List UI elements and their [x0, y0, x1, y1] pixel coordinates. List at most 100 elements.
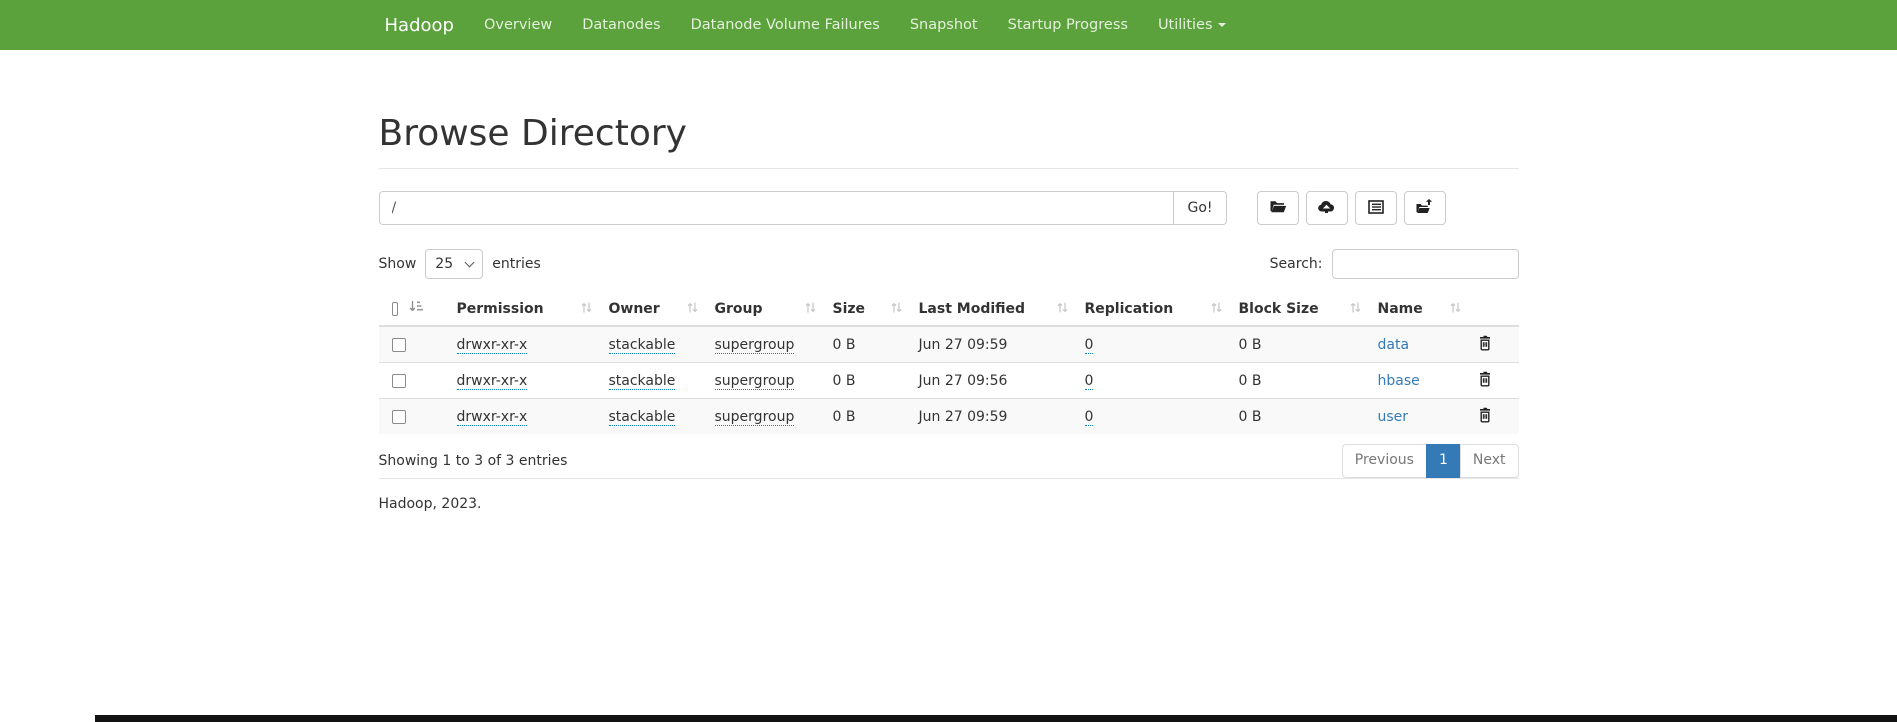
search-label: Search: — [1270, 256, 1323, 272]
sort-toggle-icon[interactable] — [581, 301, 592, 318]
header-permission[interactable]: Permission — [449, 292, 601, 326]
header-owner-label: Owner — [609, 301, 660, 317]
file-action-buttons — [1257, 191, 1446, 225]
chevron-down-icon — [465, 257, 475, 267]
page-size-select[interactable]: 25 — [425, 249, 483, 279]
entries-label: entries — [492, 256, 541, 272]
size-cell: 0 B — [825, 399, 911, 435]
last-modified-cell: Jun 27 09:59 — [911, 326, 1077, 363]
pagination-page-1[interactable]: 1 — [1426, 444, 1461, 478]
header-group-label: Group — [715, 301, 763, 317]
header-permission-label: Permission — [457, 301, 544, 317]
header-block-size-label: Block Size — [1239, 301, 1319, 317]
block-size-cell: 0 B — [1231, 326, 1370, 363]
sort-by-attributes-icon — [409, 300, 423, 317]
replication-editable[interactable]: 0 — [1085, 409, 1094, 426]
path-bar: Go! — [379, 191, 1519, 225]
nav-item-datanode-volume-failures[interactable]: Datanode Volume Failures — [676, 17, 895, 33]
header-group[interactable]: Group — [707, 292, 825, 326]
footer-text: Hadoop, 2023. — [379, 496, 1519, 512]
group-editable[interactable]: supergroup — [715, 373, 795, 390]
delete-file-button[interactable] — [1478, 407, 1492, 426]
nav-item-startup-progress[interactable]: Startup Progress — [993, 17, 1143, 33]
sort-toggle-icon[interactable] — [891, 301, 902, 318]
nav-item-snapshot[interactable]: Snapshot — [895, 17, 993, 33]
folder-arrow-icon — [1415, 199, 1434, 217]
header-size[interactable]: Size — [825, 292, 911, 326]
sort-toggle-icon[interactable] — [1350, 301, 1361, 318]
sort-toggle-icon[interactable] — [805, 301, 816, 318]
path-input-group: Go! — [379, 191, 1227, 225]
top-navbar: Hadoop Overview Datanodes Datanode Volum… — [0, 0, 1897, 50]
trash-icon — [1478, 339, 1492, 354]
table-row: drwxr-xr-x stackable supergroup 0 B Jun … — [379, 363, 1519, 399]
entries-summary: Showing 1 to 3 of 3 entries — [379, 453, 568, 469]
permission-editable[interactable]: drwxr-xr-x — [457, 409, 528, 426]
upload-files-button[interactable] — [1306, 191, 1348, 225]
last-modified-cell: Jun 27 09:59 — [911, 399, 1077, 435]
sort-toggle-icon[interactable] — [1450, 301, 1461, 318]
set-quota-button[interactable] — [1355, 191, 1397, 225]
folder-open-icon — [1269, 199, 1287, 217]
owner-editable[interactable]: stackable — [609, 373, 676, 390]
replication-editable[interactable]: 0 — [1085, 373, 1094, 390]
header-replication[interactable]: Replication — [1077, 292, 1231, 326]
select-all-checkbox[interactable] — [392, 302, 398, 316]
directory-path-input[interactable] — [379, 191, 1174, 225]
header-last-modified[interactable]: Last Modified — [911, 292, 1077, 326]
size-cell: 0 B — [825, 326, 911, 363]
replication-editable[interactable]: 0 — [1085, 337, 1094, 354]
delete-file-button[interactable] — [1478, 371, 1492, 390]
table-header-row: Permission Owner Group Size Last Modifie… — [379, 292, 1519, 326]
trash-icon — [1478, 375, 1492, 390]
size-cell: 0 B — [825, 363, 911, 399]
nav-item-utilities-label: Utilities — [1158, 17, 1213, 33]
delete-file-button[interactable] — [1478, 335, 1492, 354]
header-owner[interactable]: Owner — [601, 292, 707, 326]
row-checkbox[interactable] — [392, 410, 406, 424]
permission-editable[interactable]: drwxr-xr-x — [457, 373, 528, 390]
sort-toggle-icon[interactable] — [687, 301, 698, 318]
block-size-cell: 0 B — [1231, 363, 1370, 399]
nav-item-datanodes[interactable]: Datanodes — [567, 17, 675, 33]
owner-editable[interactable]: stackable — [609, 337, 676, 354]
header-actions — [1470, 292, 1519, 326]
create-directory-button[interactable] — [1257, 191, 1299, 225]
header-replication-label: Replication — [1085, 301, 1174, 317]
sort-toggle-icon[interactable] — [1211, 301, 1222, 318]
nav-item-utilities-dropdown[interactable]: Utilities — [1143, 17, 1241, 33]
paste-to-folder-button[interactable] — [1404, 191, 1446, 225]
nav-item-overview[interactable]: Overview — [469, 17, 567, 33]
header-block-size[interactable]: Block Size — [1231, 292, 1370, 326]
file-link[interactable]: hbase — [1378, 373, 1420, 389]
table-footer: Showing 1 to 3 of 3 entries Previous 1 N… — [379, 444, 1519, 478]
sort-toggle-icon[interactable] — [1057, 301, 1068, 318]
screen-bottom-edge — [95, 715, 1897, 722]
header-last-modified-label: Last Modified — [919, 301, 1026, 317]
permission-editable[interactable]: drwxr-xr-x — [457, 337, 528, 354]
group-editable[interactable]: supergroup — [715, 337, 795, 354]
search-input[interactable] — [1332, 249, 1519, 279]
owner-editable[interactable]: stackable — [609, 409, 676, 426]
list-alt-icon — [1368, 200, 1384, 217]
page-length-control: Show 25 entries — [379, 249, 541, 279]
pagination-next[interactable]: Next — [1460, 444, 1519, 478]
cloud-upload-icon — [1317, 199, 1336, 217]
header-size-label: Size — [833, 301, 866, 317]
trash-icon — [1478, 411, 1492, 426]
file-link[interactable]: user — [1378, 409, 1409, 425]
table-row: drwxr-xr-x stackable supergroup 0 B Jun … — [379, 399, 1519, 435]
pagination-previous[interactable]: Previous — [1342, 444, 1427, 478]
divider — [379, 168, 1519, 169]
navbar-brand[interactable]: Hadoop — [379, 15, 469, 36]
file-link[interactable]: data — [1378, 337, 1410, 353]
group-editable[interactable]: supergroup — [715, 409, 795, 426]
go-button[interactable]: Go! — [1173, 191, 1226, 225]
page-size-value: 25 — [435, 256, 453, 272]
row-checkbox[interactable] — [392, 338, 406, 352]
header-select-all[interactable] — [379, 292, 449, 326]
show-label: Show — [379, 256, 417, 272]
row-checkbox[interactable] — [392, 374, 406, 388]
header-name[interactable]: Name — [1370, 292, 1470, 326]
pagination: Previous 1 Next — [1342, 444, 1519, 478]
